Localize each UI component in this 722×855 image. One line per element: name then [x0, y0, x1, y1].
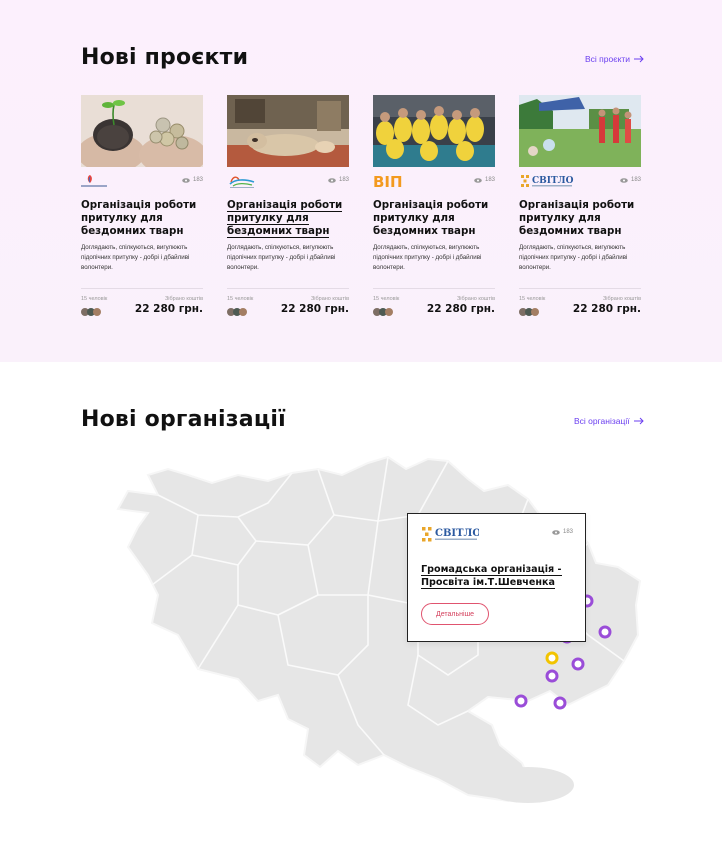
people-count-label: 15 человік: [373, 296, 400, 302]
project-description: Доглядають, спілкуються, вигулюють підоп…: [519, 244, 628, 271]
all-organizations-link[interactable]: Всі організації: [574, 416, 644, 426]
views-count: 183: [474, 177, 495, 183]
divider: [81, 288, 203, 289]
eye-icon: [182, 177, 190, 183]
people-count-label: 15 человік: [519, 296, 546, 302]
avatar-group: [373, 304, 397, 316]
raised-amount: 22 280 грн.: [426, 303, 495, 315]
map-marker: [571, 657, 585, 671]
svg-text:СВІТЛО: СВІТЛО: [435, 528, 479, 539]
project-image-volunteers: [373, 95, 495, 167]
project-card[interactable]: 183 Організація роботи притулку для безд…: [81, 95, 203, 325]
raised-amount: 22 280 грн.: [572, 303, 641, 315]
divider: [373, 288, 495, 289]
project-card[interactable]: ВІП 183 Організація роботи притулку для …: [373, 95, 495, 325]
project-title[interactable]: Організація роботи притулку для бездомни…: [519, 199, 641, 238]
raised-label: Зібрано коштів: [310, 296, 349, 302]
raised-amount: 22 280 грн.: [280, 303, 349, 315]
divider: [519, 288, 641, 289]
views-count: 183: [552, 529, 573, 535]
arrow-right-icon: [633, 417, 644, 425]
eye-icon: [474, 177, 482, 183]
project-title[interactable]: Організація роботи притулку для бездомни…: [373, 199, 495, 238]
divider: [227, 288, 349, 289]
all-projects-link[interactable]: Всі проєкти: [585, 54, 644, 64]
organization-logo: [227, 173, 257, 189]
map-marker: [514, 694, 528, 708]
people-count-label: 15 человік: [227, 296, 254, 302]
organization-logo: [81, 173, 107, 189]
project-card[interactable]: СВІТЛО 183 Організація роботи притулку д…: [519, 95, 641, 325]
project-card[interactable]: 183 Організація роботи притулку для безд…: [227, 95, 349, 325]
organizations-title: Нові організації: [81, 407, 286, 432]
organization-logo: СВІТЛО: [421, 525, 481, 548]
map-marker: [598, 625, 612, 639]
people-count-label: 15 человік: [81, 296, 108, 302]
projects-section: Нові проєкти Всі проєкти 183 Організація…: [0, 0, 722, 362]
arrow-right-icon: [634, 55, 644, 63]
project-title[interactable]: Організація роботи притулку для бездомни…: [227, 199, 349, 238]
all-projects-label: Всі проєкти: [585, 54, 631, 64]
svg-text:СВІТЛО: СВІТЛО: [532, 176, 574, 186]
organization-logo: СВІТЛО: [519, 173, 575, 189]
eye-icon: [620, 177, 628, 183]
views-count: 183: [182, 177, 203, 183]
organization-popup: СВІТЛО 183 Громадська організація - Прос…: [407, 513, 586, 642]
project-image-dog: [227, 95, 349, 167]
project-description: Доглядають, спілкуються, вигулюють підоп…: [373, 244, 482, 271]
eye-icon: [552, 529, 560, 535]
raised-amount: 22 280 грн.: [134, 303, 203, 315]
views-count: 183: [620, 177, 641, 183]
raised-label: Зібрано коштів: [164, 296, 203, 302]
project-image-park-event: [519, 95, 641, 167]
organization-logo: ВІП: [373, 173, 403, 189]
map-marker: [553, 696, 567, 710]
map-marker-active: [545, 651, 559, 665]
raised-label: Зібрано коштів: [602, 296, 641, 302]
avatar-group: [81, 304, 105, 316]
avatar-group: [519, 304, 543, 316]
map-marker: [545, 669, 559, 683]
details-button[interactable]: Детальніше: [421, 603, 489, 625]
project-description: Доглядають, спілкуються, вигулюють підоп…: [81, 244, 190, 271]
project-title[interactable]: Організація роботи притулку для бездомни…: [81, 199, 203, 238]
eye-icon: [328, 177, 336, 183]
projects-title: Нові проєкти: [81, 45, 249, 70]
project-image-coins-sprout: [81, 95, 203, 167]
views-count: 183: [328, 177, 349, 183]
all-organizations-label: Всі організації: [574, 416, 630, 426]
project-description: Доглядають, спілкуються, вигулюють підоп…: [227, 244, 336, 271]
organization-title[interactable]: Громадська організація - Просвіта ім.Т.Ш…: [421, 563, 576, 589]
raised-label: Зібрано коштів: [456, 296, 495, 302]
svg-text:ВІП: ВІП: [373, 173, 403, 189]
avatar-group: [227, 304, 251, 316]
